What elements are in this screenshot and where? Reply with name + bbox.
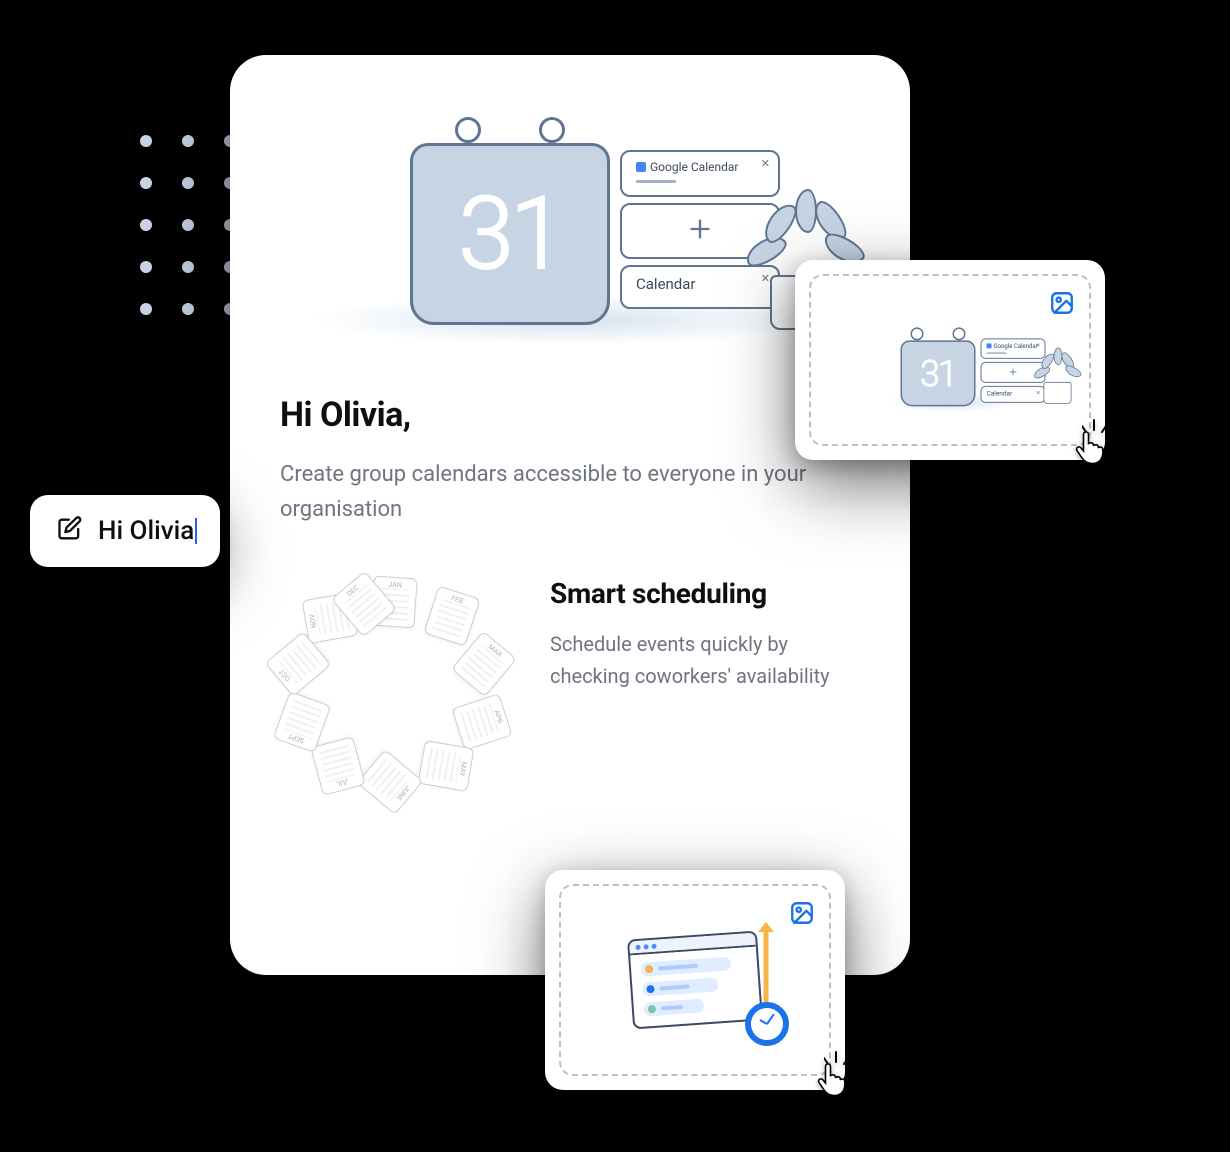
editor-text[interactable]: Hi Olivia — [98, 516, 194, 546]
calendar-wheel-illustration: JAN FEB MAR APR MAY JUNE JUL SEPT OCT NO… — [280, 577, 510, 807]
calendar-label: Calendar — [636, 275, 764, 293]
scheduling-thumbnail — [561, 886, 829, 1074]
edit-icon — [56, 515, 84, 547]
calendar-day-number: 31 — [459, 176, 562, 293]
clock-icon — [745, 1002, 789, 1046]
image-dropzone-hero[interactable]: 31 ✕Google Calendar ✕Calendar — [795, 260, 1105, 460]
greeting-body: Create group calendars accessible to eve… — [280, 457, 840, 527]
section-body: Schedule events quickly by checking cowo… — [550, 628, 850, 692]
image-icon — [1045, 286, 1079, 320]
calendar-pad-illustration: 31 — [410, 125, 610, 325]
hero-thumbnail: 31 ✕Google Calendar ✕Calendar — [881, 326, 1020, 410]
image-dropzone-section[interactable] — [545, 870, 845, 1090]
close-icon: ✕ — [761, 157, 770, 170]
section-title: Smart scheduling — [550, 577, 850, 610]
hero-illustration: 31 ✕ Google Calendar ✕ Calendar — [280, 95, 860, 355]
google-calendar-label: Google Calendar — [650, 160, 738, 174]
decorative-dot-grid — [140, 135, 236, 315]
inline-text-editor[interactable]: Hi Olivia — [30, 495, 220, 567]
greeting-title: Hi Olivia, — [280, 395, 860, 435]
email-preview-card: 31 ✕ Google Calendar ✕ Calendar — [230, 55, 910, 975]
